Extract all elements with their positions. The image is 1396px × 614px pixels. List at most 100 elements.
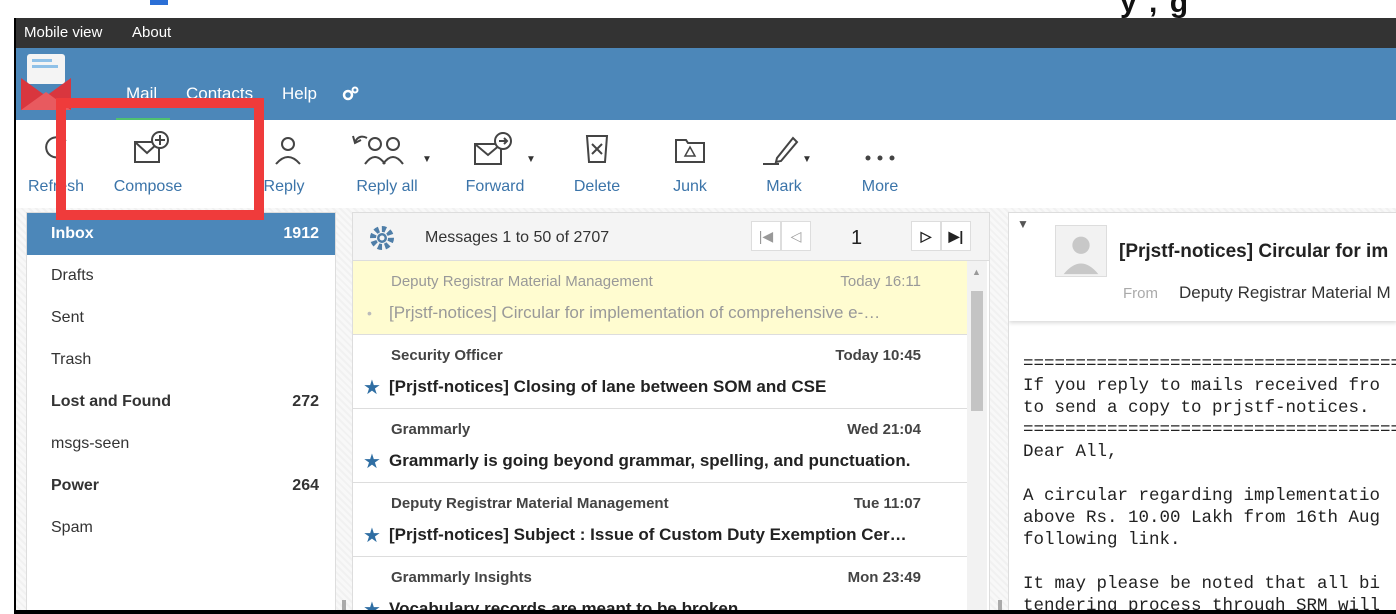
star-icon[interactable]: ★: [363, 449, 381, 474]
message-row[interactable]: Grammarly Wed 21:04 ★ Grammarly is going…: [353, 409, 967, 483]
message-sender: Security Officer: [391, 347, 503, 364]
compose-button[interactable]: Compose: [106, 128, 190, 196]
browser-frame-top: y , g: [0, 0, 1396, 18]
folder-name: Inbox: [51, 225, 94, 242]
folder-drafts[interactable]: Drafts: [27, 255, 335, 297]
refresh-label: Refresh: [27, 178, 85, 195]
message-list-header: Messages 1 to 50 of 2707 |◀ ◁ 1 ▷ ▶|: [353, 213, 989, 261]
message-row[interactable]: Security Officer Today 10:45 ★ [Prjstf-n…: [353, 335, 967, 409]
frame-link-sliver: [150, 0, 168, 5]
toolbar: Refresh Compose Reply ▼ Reply all ▼ Forw…: [16, 120, 1396, 208]
folder-name: Lost and Found: [51, 393, 171, 410]
message-sender: Grammarly Insights: [391, 569, 532, 586]
more-icon: [865, 155, 895, 161]
splitter-handle[interactable]: [342, 600, 346, 610]
next-page-icon[interactable]: ▷: [911, 221, 941, 251]
nav-help[interactable]: Help: [282, 84, 317, 104]
avatar-icon: [1055, 225, 1107, 277]
nav-mail[interactable]: Mail: [126, 84, 157, 104]
folder-trash[interactable]: Trash: [27, 339, 335, 381]
page-number: 1: [851, 227, 863, 249]
reply-label: Reply: [263, 178, 305, 195]
main-content: Inbox 1912 Drafts Sent Trash Lost and Fo…: [16, 208, 1396, 614]
folder-sent[interactable]: Sent: [27, 297, 335, 339]
message-date: Tue 11:07: [853, 495, 921, 512]
folder-power[interactable]: Power 264: [27, 465, 335, 507]
more-label: More: [861, 178, 899, 195]
compose-label: Compose: [113, 178, 183, 195]
folder-name: msgs-seen: [51, 435, 130, 452]
message-count-summary: Messages 1 to 50 of 2707: [425, 229, 610, 246]
top-bar: Mobile view About: [16, 18, 1396, 48]
about-link[interactable]: About: [132, 24, 171, 41]
reply-icon: [275, 137, 301, 165]
folder-name: Trash: [51, 351, 92, 368]
mark-caret[interactable]: ▼: [802, 154, 812, 165]
message-date: Wed 21:04: [847, 421, 921, 438]
unread-dot-icon[interactable]: •: [367, 305, 372, 321]
first-page-icon[interactable]: |◀: [751, 221, 781, 251]
forward-icon: [474, 132, 512, 165]
folder-name: Spam: [51, 519, 93, 536]
gear-icon[interactable]: [367, 223, 397, 253]
mobile-view-link[interactable]: Mobile view: [24, 24, 102, 41]
message-date: Today 16:11: [840, 273, 921, 290]
reply-button[interactable]: Reply: [256, 128, 312, 196]
preview-subject: [Prjstf-notices] Circular for im: [1119, 241, 1389, 262]
preview-sender[interactable]: Deputy Registrar Material M: [1179, 283, 1391, 303]
folder-name: Drafts: [51, 267, 94, 284]
unread-count: 1912: [283, 225, 319, 242]
forward-button[interactable]: ▼ Forward: [456, 128, 536, 196]
message-row[interactable]: Deputy Registrar Material Management Tue…: [353, 483, 967, 557]
last-page-icon[interactable]: ▶|: [941, 221, 971, 251]
collapse-header-icon[interactable]: ▼: [1017, 217, 1029, 231]
star-icon[interactable]: ★: [363, 375, 381, 400]
scroll-thumb[interactable]: [971, 291, 983, 411]
more-button[interactable]: More: [850, 128, 910, 196]
delete-icon: [585, 135, 609, 163]
message-row[interactable]: Deputy Registrar Material Management Tod…: [353, 261, 967, 335]
settings-icon[interactable]: [342, 86, 360, 102]
mark-button[interactable]: ▼ Mark: [752, 128, 816, 196]
folder-lost-and-found[interactable]: Lost and Found 272: [27, 381, 335, 423]
forward-caret[interactable]: ▼: [526, 154, 536, 165]
star-icon[interactable]: ★: [363, 597, 381, 610]
forward-label: Forward: [465, 178, 525, 195]
reply-all-label: Reply all: [356, 178, 418, 195]
compose-icon: [134, 131, 169, 163]
webmail-app: Mobile view About Mail Contacts Help Ref…: [14, 18, 1396, 614]
from-label: From: [1123, 285, 1158, 302]
junk-label: Junk: [673, 178, 707, 195]
reply-all-caret[interactable]: ▼: [422, 154, 432, 165]
folder-inbox[interactable]: Inbox 1912: [27, 213, 335, 255]
logo-icon[interactable]: [19, 52, 73, 112]
folder-msgs-seen[interactable]: msgs-seen: [27, 423, 335, 465]
star-icon[interactable]: ★: [363, 523, 381, 548]
message-subject: Vocabulary records are meant to be broke…: [389, 599, 739, 614]
preview-header: ▼ [Prjstf-notices] Circular for im From …: [1009, 213, 1396, 321]
message-subject: [Prjstf-notices] Circular for implementa…: [389, 303, 881, 322]
mark-label: Mark: [766, 178, 802, 195]
refresh-button[interactable]: Refresh: [20, 128, 92, 196]
junk-icon: [675, 139, 705, 163]
delete-button[interactable]: Delete: [562, 128, 632, 196]
message-date: Mon 23:49: [847, 569, 921, 586]
message-sender: Deputy Registrar Material Management: [391, 495, 669, 512]
unread-count: 272: [292, 393, 319, 410]
prev-page-icon[interactable]: ◁: [781, 221, 811, 251]
message-row[interactable]: Grammarly Insights Mon 23:49 ★ Vocabular…: [353, 557, 967, 614]
unread-count: 264: [292, 477, 319, 494]
message-date: Today 10:45: [835, 347, 921, 364]
folder-spam[interactable]: Spam: [27, 507, 335, 549]
splitter-handle[interactable]: [998, 600, 1002, 610]
message-subject: [Prjstf-notices] Subject : Issue of Cust…: [389, 525, 907, 544]
header: Mail Contacts Help: [16, 48, 1396, 121]
reply-all-icon: [352, 135, 404, 165]
junk-button[interactable]: Junk: [660, 128, 720, 196]
frame-text-sliver: y , g: [1120, 0, 1191, 18]
nav-contacts[interactable]: Contacts: [186, 84, 253, 104]
reply-all-button[interactable]: ▼ Reply all: [342, 128, 432, 196]
folder-list: Inbox 1912 Drafts Sent Trash Lost and Fo…: [26, 212, 336, 610]
scroll-up-icon[interactable]: ▲: [972, 267, 981, 277]
message-list-scrollbar[interactable]: ▲: [967, 261, 987, 610]
